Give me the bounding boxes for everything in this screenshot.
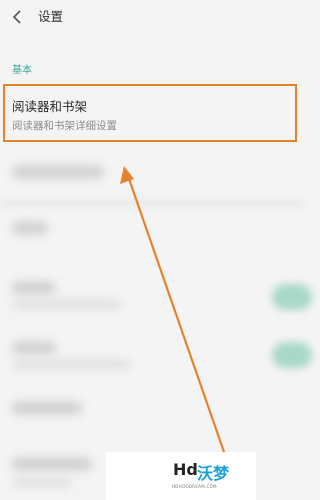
blurred-row-text <box>12 282 56 294</box>
watermark-logo: Hd 沃梦 <box>173 460 245 486</box>
blurred-row-text <box>12 166 104 178</box>
watermark-brand-latin: Hd <box>173 460 198 479</box>
blurred-setting-row[interactable] <box>0 392 304 442</box>
blurred-setting-row[interactable] <box>0 332 312 382</box>
blurred-toggle[interactable] <box>272 342 312 368</box>
settings-item-reader-shelf-subtitle: 阅读器和书架详细设置 <box>12 120 117 132</box>
chevron-left-icon[interactable] <box>11 8 25 26</box>
blurred-row-text <box>12 458 92 470</box>
watermark: Hd 沃梦 HDHOODREAM.COM <box>106 452 256 500</box>
watermark-domain: HDHOODREAM.COM <box>172 484 217 489</box>
page-title: 设置 <box>38 9 64 24</box>
watermark-brand-cn: 沃梦 <box>197 464 230 483</box>
blurred-row-text <box>12 402 82 414</box>
settings-item-reader-shelf-title[interactable]: 阅读器和书架 <box>12 99 87 115</box>
blurred-setting-row[interactable] <box>0 152 304 202</box>
blurred-row-subtext <box>12 360 132 369</box>
blurred-row-text <box>12 342 56 354</box>
divider <box>0 198 304 208</box>
blurred-toggle[interactable] <box>272 284 312 310</box>
blurred-row-subtext <box>12 300 122 309</box>
blurred-setting-row[interactable] <box>0 212 304 262</box>
blurred-setting-row[interactable] <box>0 272 312 322</box>
blurred-row-subtext <box>12 478 72 487</box>
top-bar: 设置 <box>0 0 304 34</box>
section-label-basic: 基本 <box>12 65 32 76</box>
blurred-row-text <box>12 222 48 234</box>
